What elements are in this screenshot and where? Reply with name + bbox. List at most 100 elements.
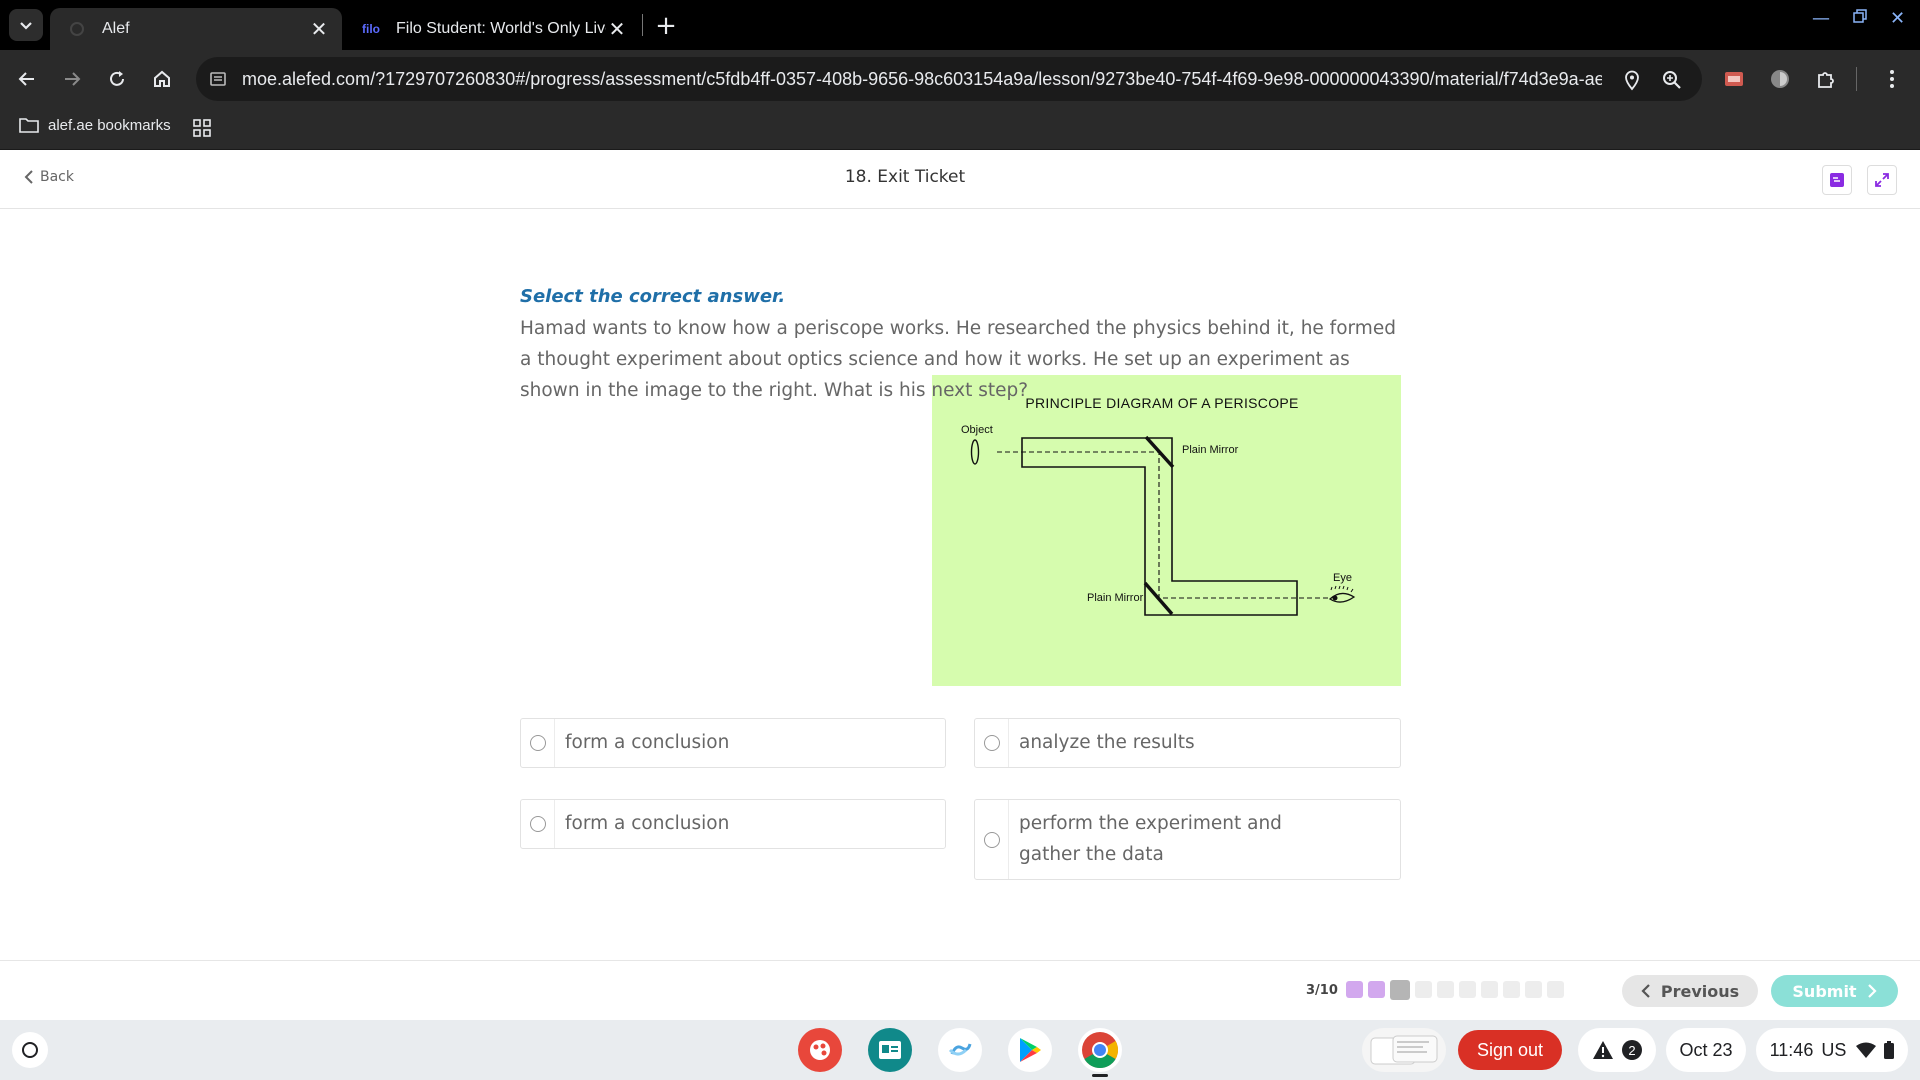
chrome-browser-icon[interactable] [1078,1028,1122,1072]
warning-icon [1593,1041,1613,1059]
progress-dot[interactable] [1346,981,1363,998]
close-window-icon[interactable]: ✕ [1890,8,1905,29]
url-text[interactable]: moe.alefed.com/?1729707260830#/progress/… [242,69,1602,90]
extension-reader-icon[interactable] [1722,67,1746,91]
periscope-diagram: PRINCIPLE DIAGRAM OF A PERISCOPE Object … [932,375,1401,686]
holding-space-thumbnail[interactable] [1362,1028,1446,1072]
progress-dot[interactable] [1481,981,1498,998]
translate-icon [1830,173,1844,187]
radio-button[interactable] [529,735,546,751]
bookmark-label: alef.ae bookmarks [48,116,171,134]
radio-cell [521,719,555,767]
forward-arrow-icon[interactable] [56,63,88,95]
previous-button[interactable]: Previous [1622,975,1758,1007]
bookmarks-bar: alef.ae bookmarks [0,108,1920,150]
submit-label: Submit [1792,981,1857,1001]
notification-count: 2 [1622,1040,1642,1060]
tab-title: Filo Student: World's Only Live I [396,20,606,37]
progress-dot[interactable] [1437,981,1454,998]
light-path [997,451,1329,599]
progress-dot[interactable] [1503,981,1520,998]
site-info-icon[interactable] [208,69,228,89]
radio-cell [975,719,1009,767]
option-label: perform the experiment and gather the da… [1019,813,1282,865]
minimize-icon[interactable]: — [1812,8,1830,29]
back-arrow-icon[interactable] [11,63,43,95]
eye-icon [1328,585,1356,603]
tab-title: Alef [102,20,130,37]
question-text: Hamad wants to know how a periscope work… [520,318,1396,401]
option-label: analyze the results [1019,732,1195,753]
close-icon[interactable]: ✕ [606,18,628,41]
restore-icon[interactable] [1852,8,1868,29]
chevron-left-icon [1641,984,1650,998]
tab-alef[interactable]: Alef ✕ [50,8,342,50]
tab-search-button[interactable] [9,9,43,41]
date-tray[interactable]: Oct 23 [1666,1028,1746,1072]
reload-icon[interactable] [101,63,133,95]
tab-filo[interactable]: filo Filo Student: World's Only Live I ✕ [350,8,640,50]
diagram-bottom-mirror-label: Plain Mirror [1087,592,1144,604]
submit-button[interactable]: Submit [1771,975,1898,1007]
more-options-icon[interactable] [1880,67,1904,91]
address-bar[interactable]: moe.alefed.com/?1729707260830#/progress/… [196,57,1702,101]
notifications-tray[interactable]: 2 [1578,1028,1656,1072]
extension-shield-icon[interactable] [1768,67,1792,91]
date-label: Oct 23 [1679,1039,1733,1060]
answer-option-1[interactable]: form a conclusion [520,718,946,768]
extensions-puzzle-icon[interactable] [1814,67,1838,91]
question-body: PRINCIPLE DIAGRAM OF A PERISCOPE Object … [520,313,1401,727]
alef-favicon-icon [66,18,88,40]
new-tab-button[interactable]: + [652,11,680,41]
link-app-icon[interactable] [938,1028,982,1072]
launcher-button[interactable] [12,1032,48,1068]
zoom-icon[interactable] [1661,69,1683,91]
answer-option-2[interactable]: analyze the results [974,718,1401,768]
progress-dot[interactable] [1415,981,1432,998]
browser-toolbar: moe.alefed.com/?1729707260830#/progress/… [0,50,1920,108]
progress-dot[interactable] [1368,981,1385,998]
expand-icon [1875,173,1889,187]
radio-button[interactable] [529,816,546,832]
radio-cell [521,800,555,848]
status-tray[interactable]: 11:46 US [1756,1028,1908,1072]
lesson-header: Back 18. Exit Ticket [0,151,1920,209]
wifi-icon [1856,1042,1877,1058]
toolbar-divider [1856,67,1857,91]
radio-cell [975,800,1009,879]
radio-button[interactable] [983,831,1000,848]
folder-icon [19,118,39,133]
previous-label: Previous [1660,981,1740,1001]
progress-dot[interactable] [1459,981,1476,998]
assessment-footer: 3/10 Previous Submit [0,960,1920,1020]
progress-dot[interactable] [1525,981,1542,998]
time-label: 11:46 [1769,1039,1814,1060]
radio-button[interactable] [983,735,1000,751]
progress-dot[interactable] [1390,980,1410,1000]
question-area: Select the correct answer. PRINCIPLE DIA… [520,286,1401,727]
answer-option-3[interactable]: form a conclusion [520,799,946,849]
filo-favicon-icon: filo [362,22,380,36]
option-label: form a conclusion [565,732,730,753]
classroom-app-icon[interactable] [868,1028,912,1072]
sign-out-button[interactable]: Sign out [1458,1030,1562,1070]
bookmark-folder-alef[interactable]: alef.ae bookmarks [18,116,171,134]
chevron-right-icon [1867,984,1877,998]
close-icon[interactable]: ✕ [308,18,330,41]
tab-strip: Alef ✕ filo Filo Student: World's Only L… [0,0,1920,50]
home-icon[interactable] [146,63,178,95]
location-pin-icon[interactable] [1621,69,1643,91]
language-toggle-button[interactable] [1822,165,1852,195]
answer-option-4[interactable]: perform the experiment and gather the da… [974,799,1401,880]
active-app-indicator [1092,1074,1108,1077]
question-instruction: Select the correct answer. [520,286,786,307]
progress-dots [1346,980,1564,1000]
progress-dot[interactable] [1547,981,1564,998]
apps-grid-icon[interactable] [192,118,212,138]
canvas-app-icon[interactable] [798,1028,842,1072]
fullscreen-button[interactable] [1867,165,1897,195]
play-store-icon[interactable] [1008,1028,1052,1072]
page-title: 18. Exit Ticket [844,167,966,187]
progress-counter: 3/10 [1306,983,1338,998]
chevron-down-icon [20,22,32,30]
